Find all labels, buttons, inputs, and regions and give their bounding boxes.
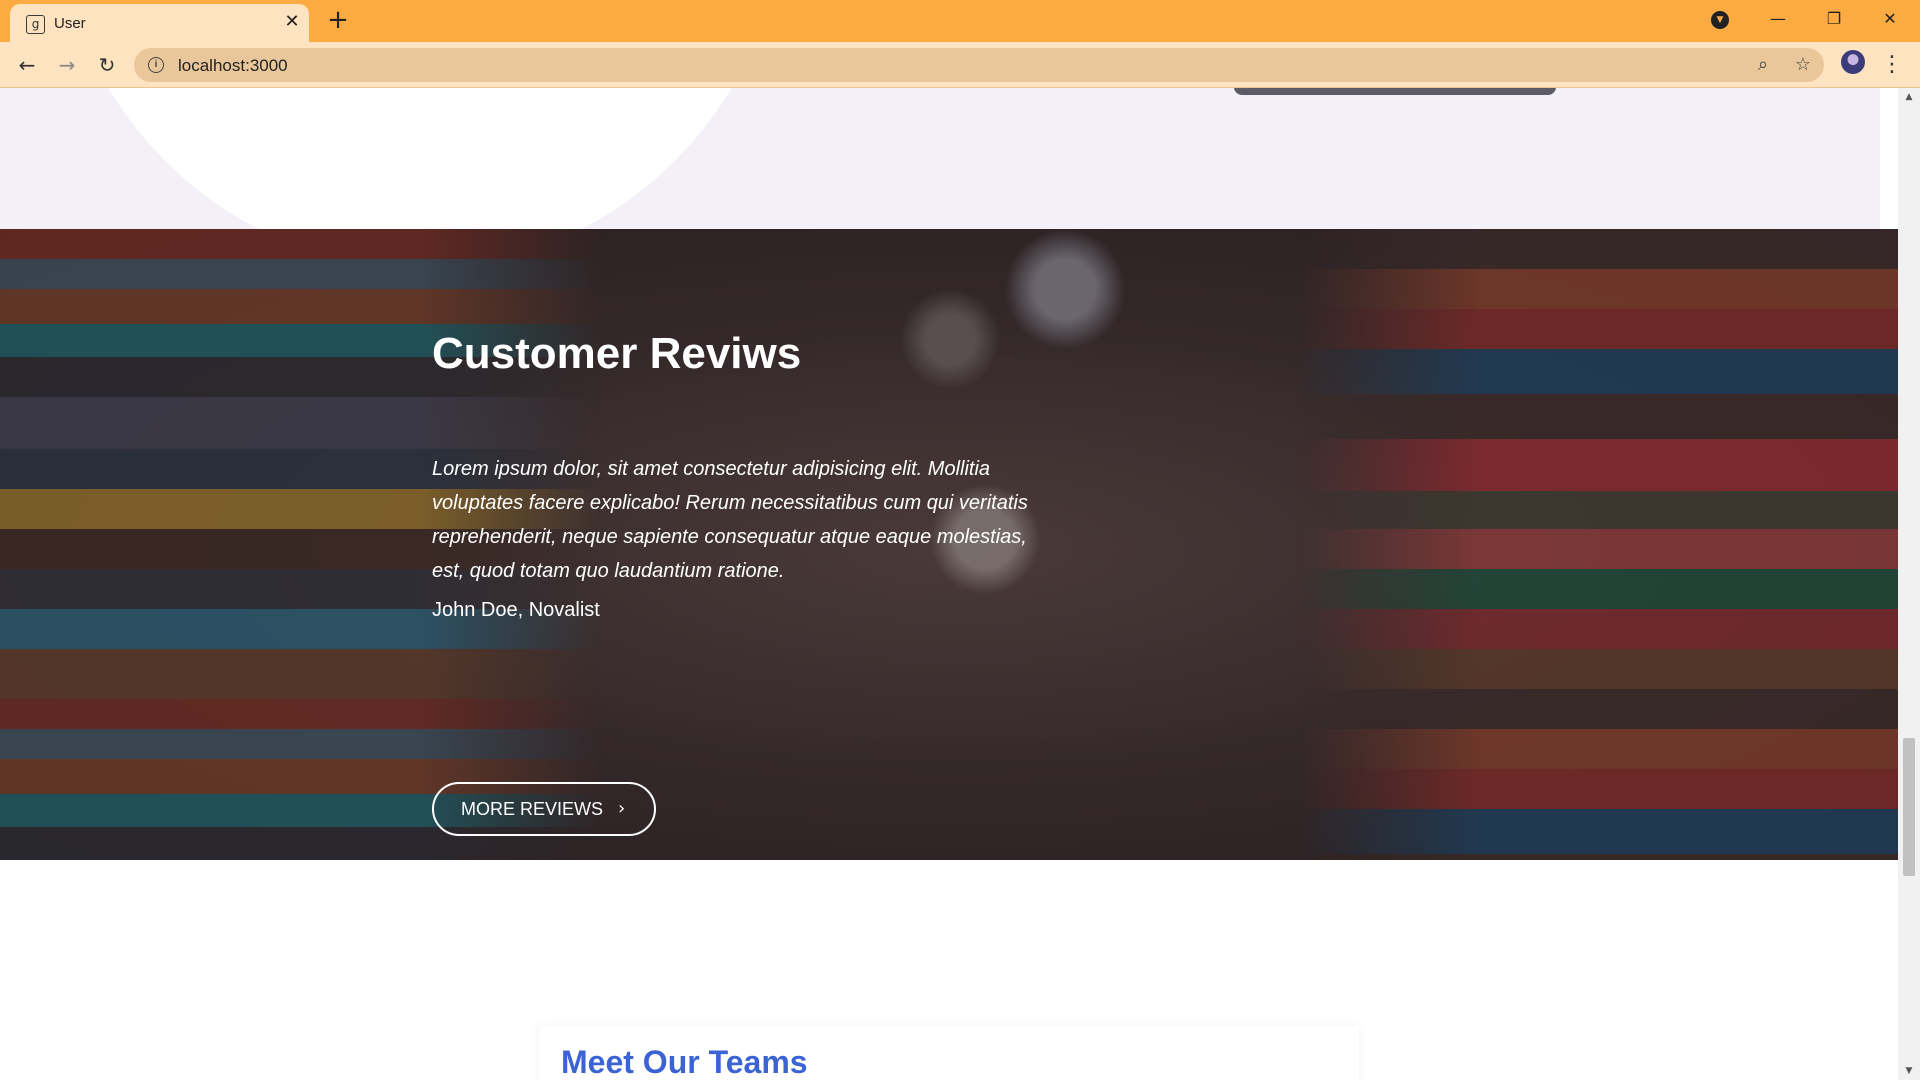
tab-search-icon[interactable]: ▼ [1711, 11, 1729, 29]
reviews-title: Customer Reviws [432, 329, 802, 378]
hero-decor-edge [1880, 88, 1898, 229]
back-button[interactable]: ← [12, 50, 42, 80]
bookmark-star-icon[interactable]: ☆ [1792, 54, 1814, 76]
forward-button[interactable]: → [52, 50, 82, 80]
restore-button[interactable]: ❐ [1806, 0, 1862, 38]
zoom-icon[interactable]: ⌕ [1752, 54, 1774, 76]
hero-section [0, 88, 1898, 229]
more-reviews-button[interactable]: MORE REVIEWS › [432, 782, 656, 836]
new-tab-button[interactable]: + [323, 6, 353, 36]
url-text[interactable]: localhost:3000 [178, 56, 288, 76]
hero-button-edge [1234, 88, 1556, 95]
favicon-icon: g [26, 15, 45, 34]
customer-reviews-section: Customer Reviws Lorem ipsum dolor, sit a… [0, 229, 1898, 860]
profile-avatar[interactable] [1841, 50, 1865, 74]
browser-tab-bar: g User ✕ + ▼ — ❐ ✕ [0, 0, 1920, 42]
minimize-button[interactable]: — [1750, 0, 1806, 38]
review-author: John Doe, Novalist [432, 599, 600, 621]
books-background-right [1300, 229, 1898, 860]
address-bar[interactable]: i localhost:3000 ⌕ ☆ [134, 48, 1824, 82]
browser-menu-icon[interactable]: ⋮ [1880, 50, 1904, 80]
tab-title: User [54, 15, 86, 32]
chevron-right-icon: › [618, 798, 626, 819]
teams-title: Meet Our Teams [561, 1044, 808, 1080]
scrollbar-thumb[interactable] [1903, 738, 1915, 876]
page-viewport: Customer Reviws Lorem ipsum dolor, sit a… [0, 88, 1898, 1080]
window-close-button[interactable]: ✕ [1862, 0, 1918, 38]
browser-toolbar: ← → ↻ i localhost:3000 ⌕ ☆ ⋮ [0, 42, 1920, 88]
teams-card: Meet Our Teams [539, 1026, 1359, 1080]
browser-tab[interactable]: g User ✕ [10, 4, 309, 42]
scroll-up-icon[interactable]: ▲ [1898, 88, 1920, 106]
site-info-icon[interactable]: i [148, 57, 164, 73]
more-reviews-label: MORE REVIEWS [461, 799, 604, 819]
reload-button[interactable]: ↻ [92, 50, 122, 80]
review-quote: Lorem ipsum dolor, sit amet consectetur … [432, 458, 1028, 582]
scroll-down-icon[interactable]: ▼ [1898, 1062, 1920, 1080]
hero-decor-shape [50, 88, 790, 229]
close-icon[interactable]: ✕ [282, 12, 302, 32]
page-scrollbar[interactable]: ▲ ▼ [1898, 88, 1920, 1080]
